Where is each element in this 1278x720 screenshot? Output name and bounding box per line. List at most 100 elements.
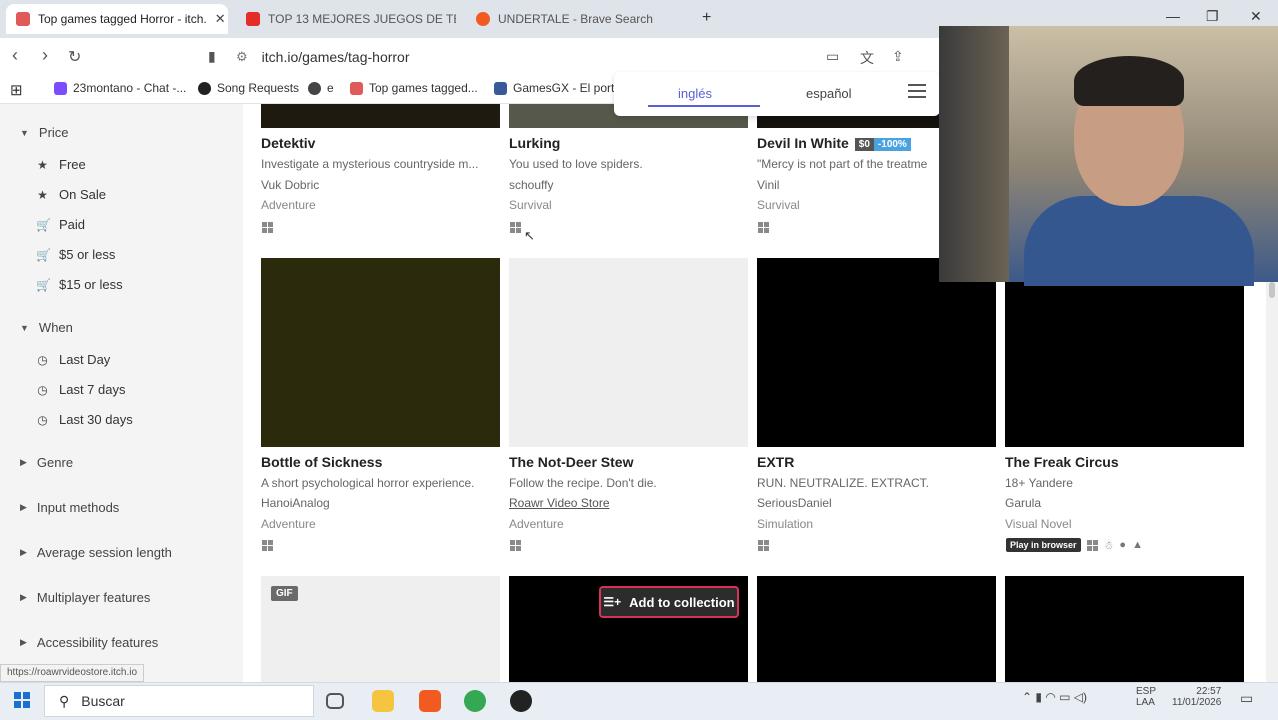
filter-input-methods-header[interactable]: ▶ Input methods [20,500,119,515]
game-thumbnail[interactable] [757,258,996,447]
filter-genre-header[interactable]: ▶ Genre [20,455,73,470]
minimize-icon[interactable]: — [1166,8,1180,24]
windows-icon [758,222,769,233]
windows-start-icon[interactable] [14,692,30,708]
filter-15-or-less[interactable]: 🛒 $15 or less [36,277,123,292]
game-title[interactable]: Detektiv [261,135,315,151]
bookmark-item[interactable]: Top games tagged... [350,81,478,95]
date: 11/01/2026 [1172,697,1222,708]
caret-right-icon: ▶ [20,592,27,602]
game-author[interactable]: Vinil [757,178,779,192]
menu-icon[interactable] [908,84,926,98]
filter-paid[interactable]: 🛒 Paid [36,217,85,232]
filter-session-length-header[interactable]: ▶ Average session length [20,545,172,560]
song-icon [198,81,211,95]
game-title[interactable]: The Freak Circus [1005,454,1119,470]
share-icon[interactable]: ⇪ [892,48,904,65]
game-thumbnail[interactable] [261,104,500,128]
game-title[interactable]: Lurking [509,135,560,151]
bookmark-item[interactable]: e [308,81,334,95]
scrollbar-thumb[interactable] [1269,282,1275,298]
forward-icon[interactable]: › [42,45,48,66]
close-tab-icon[interactable]: ✕ [207,11,226,27]
translate-icon[interactable]: 文 [860,48,874,68]
restore-icon[interactable]: ❐ [1206,8,1219,25]
translate-target-tab[interactable]: español [806,86,852,101]
game-thumbnail[interactable] [1005,258,1244,447]
page-scrollbar[interactable] [1266,282,1278,682]
filter-5-or-less[interactable]: 🛒 $5 or less [36,247,115,262]
game-thumbnail[interactable] [509,258,748,447]
filter-header-label: Genre [36,455,74,470]
add-to-collection-button[interactable]: ☰+ Add to collection [599,586,739,618]
reload-icon[interactable]: ↻ [68,47,81,67]
game-description: A short psychological horror experience. [261,476,475,490]
bookmark-label: 23montano - Chat -... [73,81,187,95]
apps-grid-icon[interactable]: ⊞ [10,81,23,99]
game-genre: Visual Novel [1005,517,1072,531]
game-title[interactable]: EXTR [757,454,794,470]
link-status-url: https://roawrvideostore.itch.io [0,664,145,682]
filter-last-day[interactable]: ◷ Last Day [36,352,110,367]
obs-icon[interactable] [510,690,532,712]
filter-accessibility-header[interactable]: ▶ Accessibility features [20,635,158,650]
game-author[interactable]: HanoiAnalog [261,496,330,510]
game-author[interactable]: Garula [1005,496,1041,510]
site-settings-icon[interactable]: ⚙ [236,49,248,65]
filter-last-7-days[interactable]: ◷ Last 7 days [36,382,125,397]
bookmark-label: e [327,81,334,95]
mouse-cursor-icon: ↖ [524,228,535,243]
game-thumbnail[interactable] [261,258,500,447]
bookmark-item[interactable]: GamesGX - El portal [494,81,624,95]
back-icon[interactable]: ‹ [12,45,18,66]
tray-icons[interactable]: ⌃ ▮ ◠ ▭ ◁) [1022,690,1087,704]
task-view-icon[interactable] [326,693,344,709]
clock[interactable]: 22:57 11/01/2026 [1172,686,1221,708]
active-tab-underline [648,105,760,107]
price-badge: $0 -100% [854,137,911,151]
tab-itch-horror[interactable]: Top games tagged Horror - itch. ✕ [6,4,228,34]
keyboard-language[interactable]: ESP LAA [1136,686,1156,708]
game-title[interactable]: Devil In White $0 -100% [757,135,911,151]
game-thumbnail[interactable] [757,576,996,682]
bookmark-icon[interactable]: ▮ [208,48,216,65]
game-author[interactable]: Roawr Video Store [509,496,610,510]
game-description: You used to love spiders. [509,157,643,171]
filter-on-sale[interactable]: ★ On Sale [36,187,106,202]
game-thumbnail[interactable] [1005,576,1244,682]
filter-multiplayer-header[interactable]: ▶ Multiplayer features [20,590,150,605]
chrome-icon[interactable] [464,690,486,712]
translate-source-tab[interactable]: inglés [678,86,712,101]
notifications-icon[interactable]: ▭ [1240,690,1253,707]
game-author[interactable]: schouffy [509,178,553,192]
game-author[interactable]: Vuk Dobric [261,178,319,192]
filter-price-header[interactable]: ▼ Price [20,125,69,140]
caret-down-icon: ▼ [20,127,29,138]
caret-right-icon: ▶ [20,547,27,557]
itch-favicon-icon [16,12,30,26]
brave-browser-icon[interactable] [419,690,441,712]
game-title[interactable]: The Not-Deer Stew [509,454,633,470]
bookmark-item[interactable]: Song Requests [198,81,299,95]
taskbar-search[interactable]: ⚲ Buscar [44,685,314,717]
file-explorer-icon[interactable] [372,690,394,712]
platforms [758,222,769,233]
tab-brave-search[interactable]: UNDERTALE - Brave Search [466,4,686,34]
close-window-icon[interactable]: ✕ [1250,8,1262,25]
platforms: Play in browser ☃ ● ▲ [1006,538,1143,552]
bookmark-item[interactable]: 23montano - Chat -... [54,81,186,95]
caret-right-icon: ▶ [20,457,27,467]
windows-icon [510,222,521,233]
new-tab-button[interactable]: + [702,9,711,27]
filter-label: $15 or less [59,277,123,292]
language-code: ESP [1136,686,1157,697]
filter-free[interactable]: ★ Free [36,157,86,172]
game-title[interactable]: Bottle of Sickness [261,454,382,470]
tab-youtube[interactable]: TOP 13 MEJORES JUEGOS DE TERRO [236,4,456,34]
android-icon: ▲ [1132,539,1143,551]
cast-icon[interactable]: ▭ [826,48,839,65]
filter-when-header[interactable]: ▼ When [20,320,73,335]
filter-label: Paid [59,217,86,232]
filter-last-30-days[interactable]: ◷ Last 30 days [36,412,132,427]
game-author[interactable]: SeriousDaniel [757,496,832,510]
